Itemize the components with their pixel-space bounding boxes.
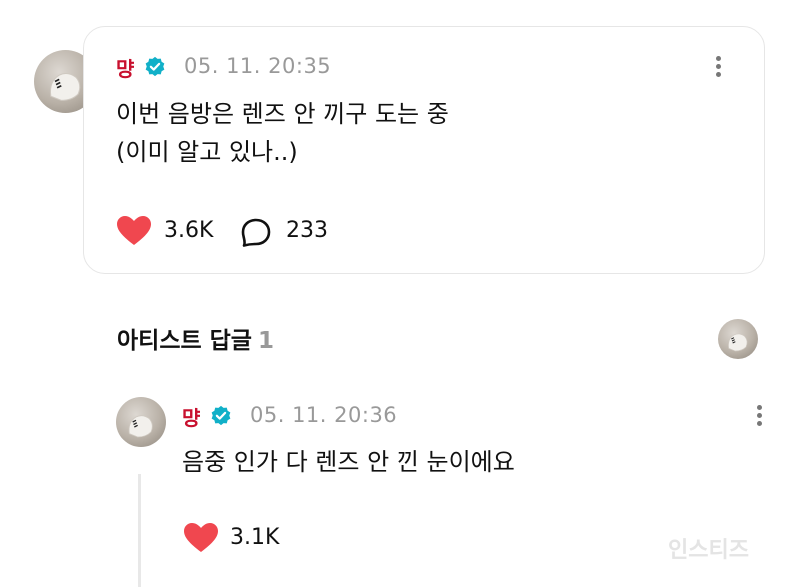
- reply-text: 음중 인가 다 렌즈 안 낀 눈이에요: [182, 448, 515, 476]
- avatar-image: [128, 415, 153, 438]
- post-comment-count: 233: [286, 218, 328, 243]
- post-like-heart-icon[interactable]: [116, 215, 152, 247]
- post-comment-icon[interactable]: [240, 217, 272, 249]
- avatar-image: [728, 333, 748, 352]
- reply-like-heart-icon[interactable]: [183, 522, 219, 554]
- reply-thread-line: [138, 474, 141, 587]
- artist-replies-avatar[interactable]: [718, 319, 758, 359]
- site-watermark: 인스티즈: [668, 538, 749, 563]
- post-timestamp: 05. 11. 20:35: [184, 54, 332, 78]
- reply-like-count: 3.1K: [230, 525, 280, 550]
- reply-timestamp: 05. 11. 20:36: [250, 403, 398, 427]
- post-text: 이번 음방은 렌즈 안 끼구 도는 중 (이미 알고 있나..): [116, 95, 449, 172]
- post-text-line-2: (이미 알고 있나..): [116, 138, 298, 167]
- post-author-name[interactable]: 먕: [116, 53, 134, 82]
- post-text-line-1: 이번 음방은 렌즈 안 끼구 도는 중: [116, 100, 449, 128]
- reply-author-name[interactable]: 먕: [182, 402, 200, 431]
- verified-badge-icon: [211, 405, 231, 426]
- reply-more-options-icon[interactable]: [753, 402, 765, 432]
- reply-avatar[interactable]: [116, 397, 166, 447]
- artist-replies-title: 아티스트 답글: [117, 328, 252, 354]
- verified-badge-icon: [145, 56, 165, 77]
- post-like-count: 3.6K: [164, 218, 214, 243]
- artist-replies-count: 1: [257, 328, 274, 354]
- post-card: 먕 05. 11. 20:35 이번 음방은 렌즈 안 끼구 도는 중 (이미 …: [83, 26, 765, 274]
- artist-replies-header: 아티스트 답글 1: [117, 321, 274, 355]
- post-more-options-icon[interactable]: [712, 53, 724, 83]
